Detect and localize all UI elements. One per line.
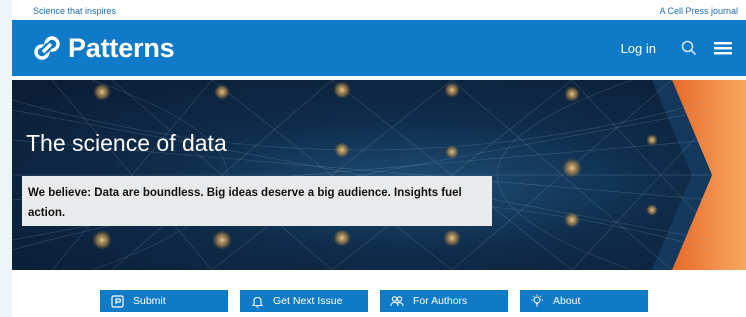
for-authors-button[interactable]: For Authors bbox=[380, 290, 508, 312]
menu-icon[interactable] bbox=[712, 37, 734, 59]
submit-icon bbox=[110, 294, 124, 308]
search-icon[interactable] bbox=[678, 37, 700, 59]
about-label: About bbox=[553, 295, 581, 307]
submit-label: Submit bbox=[133, 295, 166, 307]
lightbulb-icon bbox=[530, 294, 544, 308]
action-bar: Submit Get Next Issue For Authors About bbox=[0, 290, 746, 312]
bell-icon bbox=[250, 294, 264, 308]
journal-link[interactable]: A Cell Press journal bbox=[659, 6, 738, 16]
site-header: Patterns Log in bbox=[12, 20, 746, 76]
submit-button[interactable]: Submit bbox=[100, 290, 228, 312]
brand-name: Patterns bbox=[68, 32, 175, 63]
about-button[interactable]: About bbox=[520, 290, 648, 312]
tagline[interactable]: Science that inspires bbox=[33, 6, 116, 16]
login-link[interactable]: Log in bbox=[621, 41, 656, 56]
for-authors-label: For Authors bbox=[413, 295, 468, 307]
brand-logo[interactable]: Patterns bbox=[34, 32, 175, 64]
hero-title: The science of data bbox=[26, 130, 227, 156]
topbar: Science that inspires A Cell Press journ… bbox=[12, 0, 746, 20]
get-next-issue-label: Get Next Issue bbox=[273, 295, 343, 307]
mission-statement: We believe: Data are boundless. Big idea… bbox=[22, 176, 492, 226]
network-graphic bbox=[12, 80, 746, 270]
hero-banner: The science of data We believe: Data are… bbox=[12, 80, 746, 270]
logo-icon bbox=[34, 36, 60, 60]
users-icon bbox=[390, 294, 404, 308]
get-next-issue-button[interactable]: Get Next Issue bbox=[240, 290, 368, 312]
header-nav: Log in bbox=[621, 36, 734, 60]
